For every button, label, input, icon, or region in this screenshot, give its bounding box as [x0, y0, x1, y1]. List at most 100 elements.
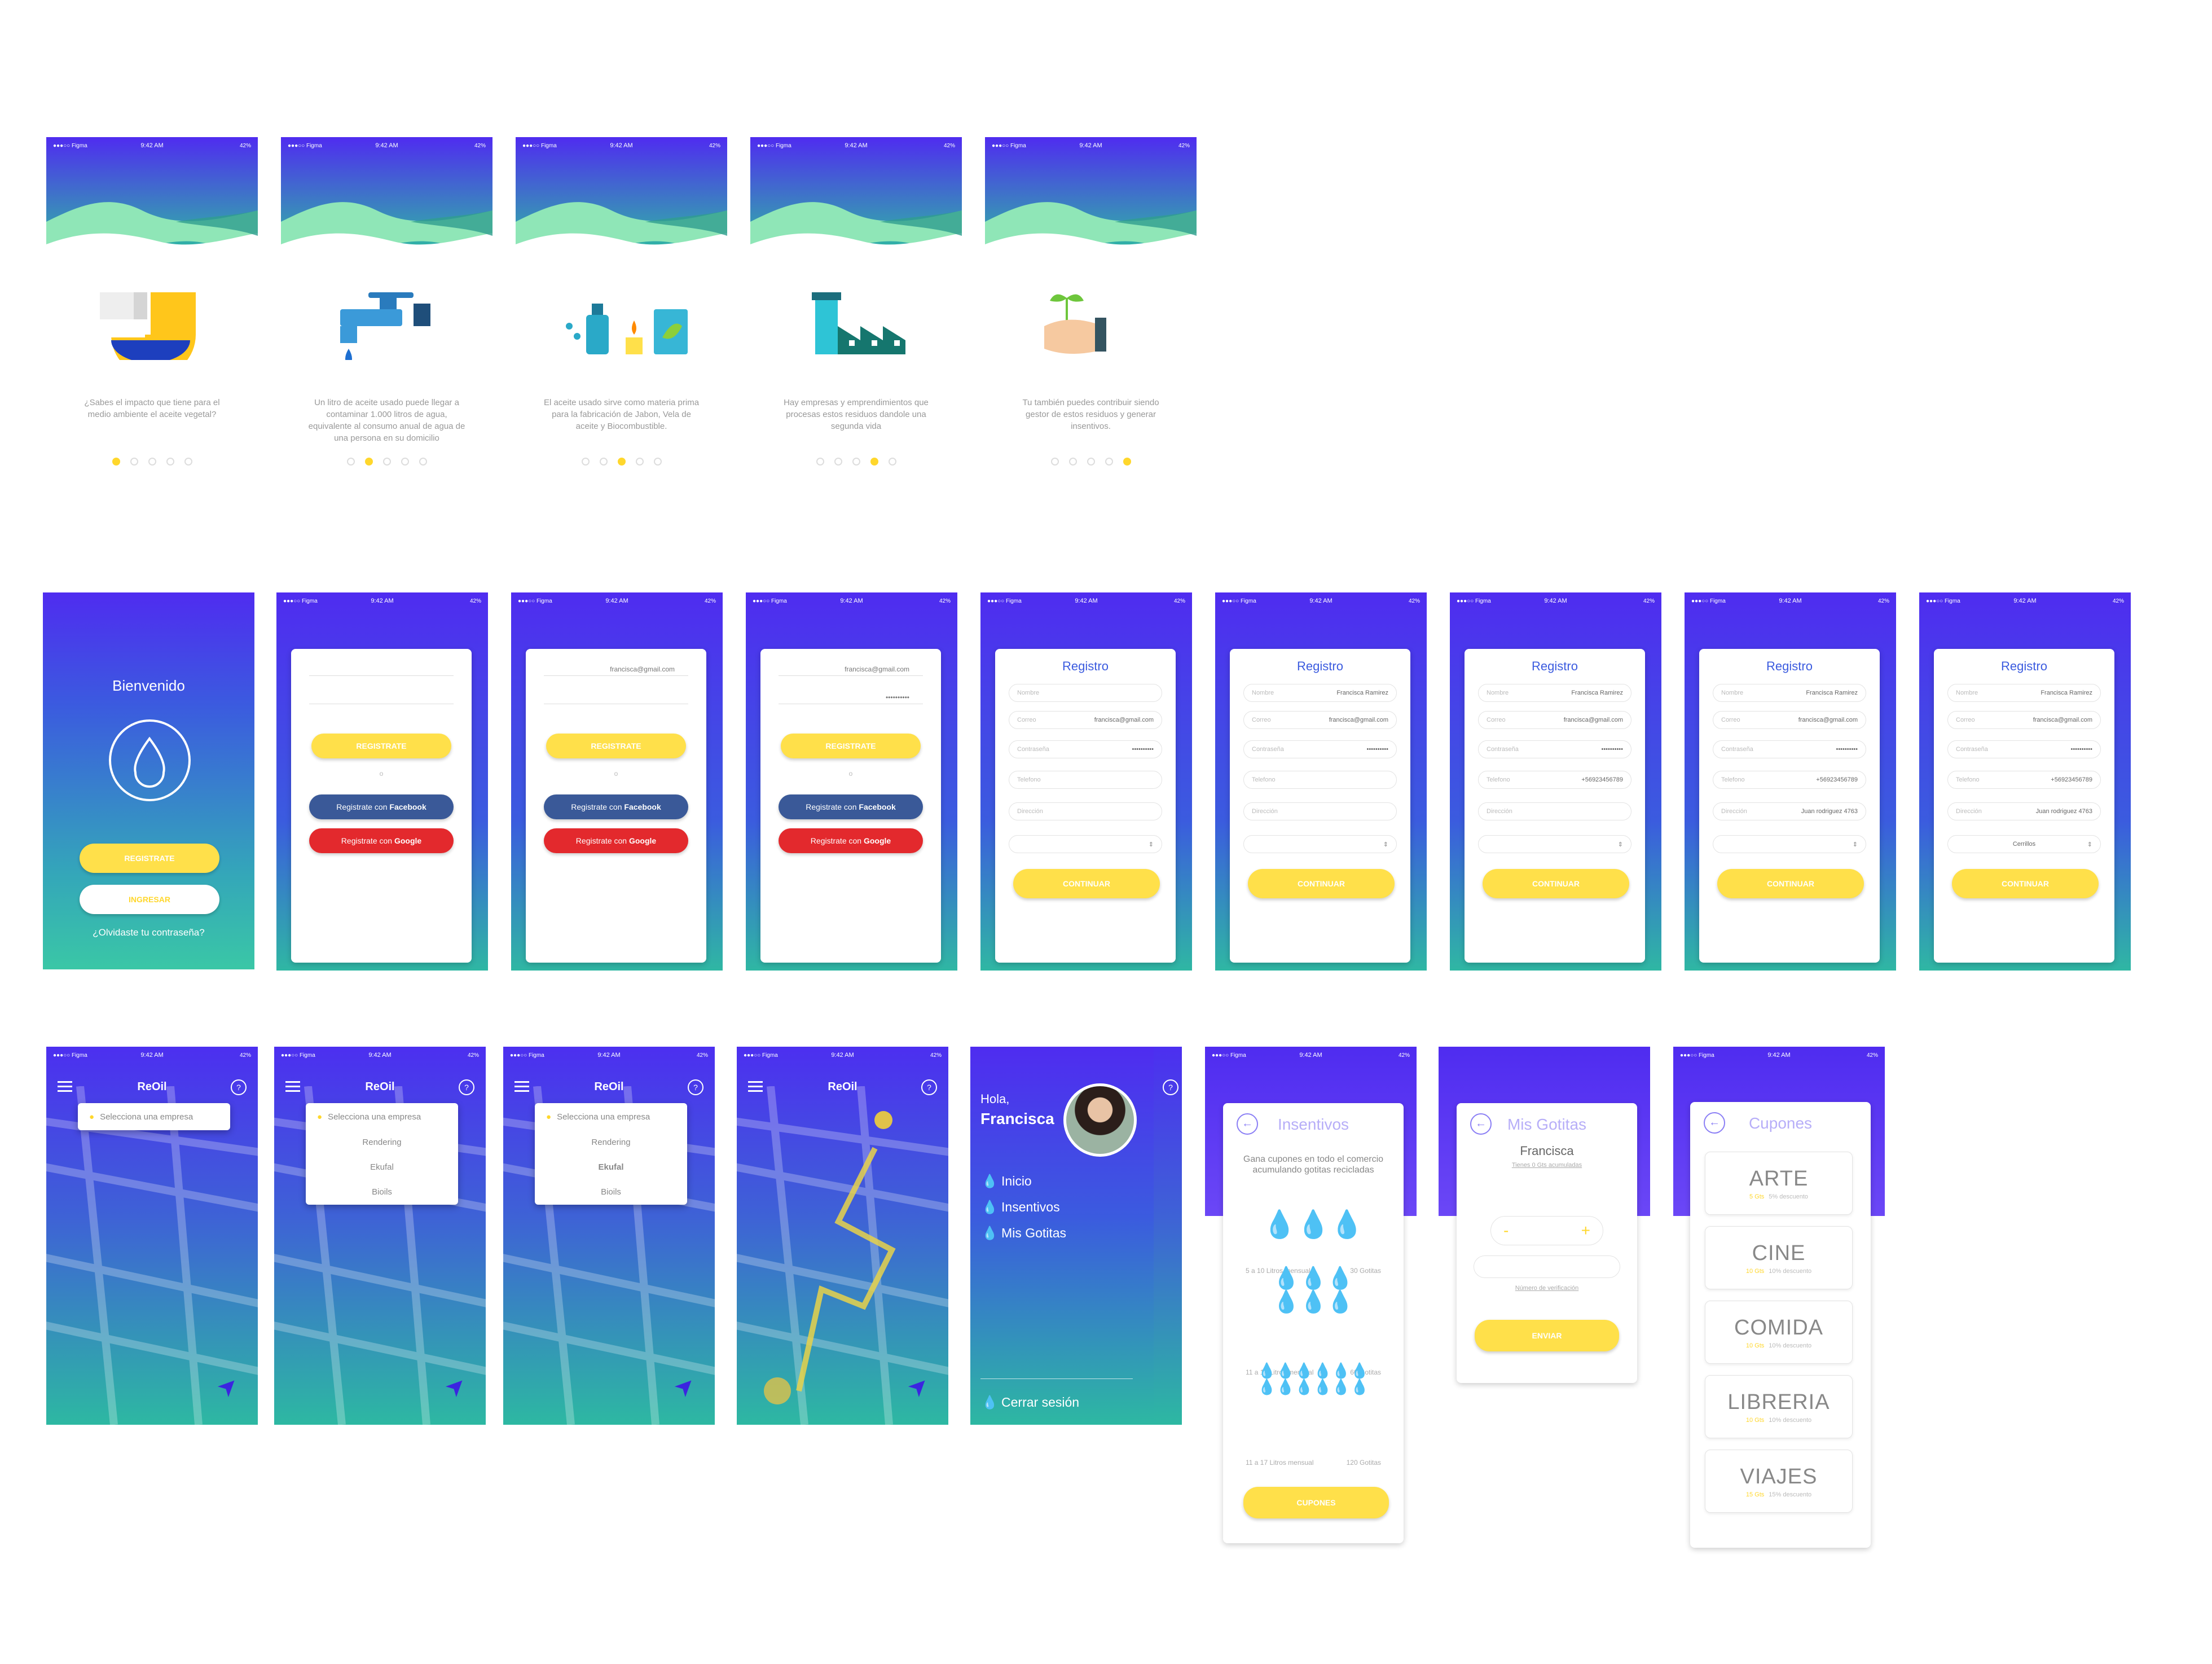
comuna-select[interactable]: ⇕: [1243, 835, 1397, 853]
dropdown-option[interactable]: Ekufal: [306, 1155, 458, 1180]
help-icon[interactable]: ?: [688, 1079, 703, 1095]
registro-field-4[interactable]: Dirección: [1009, 802, 1162, 820]
registro-field-4[interactable]: Dirección: [1243, 802, 1397, 820]
registro-field-0[interactable]: Nombre: [1009, 684, 1162, 702]
registro-field-1[interactable]: Correo francisca@gmail.com: [1478, 711, 1631, 729]
password-field[interactable]: ••••••••••: [779, 690, 923, 704]
page-indicator[interactable]: [750, 458, 962, 466]
password-field[interactable]: [309, 690, 454, 704]
logout-button[interactable]: 💧 Cerrar sesión: [982, 1395, 1079, 1410]
continue-button[interactable]: CONTINUAR: [1717, 869, 1864, 898]
continue-button[interactable]: CONTINUAR: [1013, 869, 1160, 898]
coupon-viajes[interactable]: VIAJES 15 Gts 15% descuento: [1705, 1450, 1853, 1513]
page-dot[interactable]: [1068, 458, 1077, 466]
page-dot[interactable]: [184, 458, 192, 466]
page-indicator[interactable]: [516, 458, 727, 466]
help-icon[interactable]: ?: [1163, 1079, 1178, 1095]
email-field[interactable]: francisca@gmail.com: [779, 661, 923, 676]
registro-field-3[interactable]: Telefono +56923456789: [1947, 771, 2101, 789]
registro-field-2[interactable]: Contraseña ••••••••••: [1478, 740, 1631, 758]
dropdown-option[interactable]: Bioils: [535, 1180, 687, 1205]
registro-field-4[interactable]: Dirección Juan rodriguez 4763: [1713, 802, 1866, 820]
page-dot[interactable]: [599, 458, 608, 466]
page-dot[interactable]: [1105, 458, 1113, 466]
page-dot[interactable]: [130, 458, 138, 466]
coupon-arte[interactable]: ARTE 5 Gts 5% descuento: [1705, 1152, 1853, 1215]
email-field[interactable]: francisca@gmail.com: [544, 661, 688, 676]
page-dot[interactable]: [1087, 458, 1095, 466]
registro-field-3[interactable]: Telefono +56923456789: [1713, 771, 1866, 789]
registro-field-2[interactable]: Contraseña ••••••••••: [1243, 740, 1397, 758]
register-button[interactable]: REGISTRATE: [546, 734, 686, 758]
page-dot[interactable]: [852, 458, 860, 466]
help-icon[interactable]: ?: [231, 1079, 247, 1095]
register-button[interactable]: REGISTRATE: [311, 734, 451, 758]
dropdown-option[interactable]: Rendering: [535, 1130, 687, 1155]
registro-field-0[interactable]: Nombre Francisca Ramirez: [1478, 684, 1631, 702]
dropdown-header[interactable]: ● Selecciona una empresa: [306, 1103, 458, 1130]
page-dot[interactable]: [148, 458, 156, 466]
register-button[interactable]: REGISTRATE: [80, 844, 219, 873]
page-dot[interactable]: [1123, 458, 1131, 466]
company-dropdown[interactable]: ● Selecciona una empresa: [78, 1103, 230, 1130]
page-dot[interactable]: [166, 458, 174, 466]
registro-field-1[interactable]: Correo francisca@gmail.com: [1947, 711, 2101, 729]
google-button[interactable]: Registrate con Google: [309, 828, 454, 853]
password-field[interactable]: [544, 690, 688, 704]
page-dot[interactable]: [653, 458, 662, 466]
comuna-select[interactable]: Cerrillos ⇕: [1947, 835, 2101, 853]
registro-field-1[interactable]: Correo francisca@gmail.com: [1009, 711, 1162, 729]
page-dot[interactable]: [888, 458, 896, 466]
company-dropdown[interactable]: ● Selecciona una empresa Rendering Ekufal Bi…: [306, 1103, 458, 1205]
facebook-button[interactable]: Registrate con Facebook: [779, 794, 923, 819]
registro-field-0[interactable]: Nombre Francisca Ramirez: [1243, 684, 1397, 702]
registro-field-3[interactable]: Telefono +56923456789: [1478, 771, 1631, 789]
page-indicator[interactable]: [46, 458, 258, 466]
page-dot[interactable]: [581, 458, 590, 466]
continue-button[interactable]: CONTINUAR: [1248, 869, 1395, 898]
email-field[interactable]: [309, 661, 454, 676]
page-indicator[interactable]: [281, 458, 492, 466]
company-dropdown[interactable]: ● Selecciona una empresa Rendering Ekufal Bi…: [535, 1103, 687, 1205]
page-dot[interactable]: [1050, 458, 1059, 466]
registro-field-0[interactable]: Nombre Francisca Ramirez: [1947, 684, 2101, 702]
page-dot[interactable]: [419, 458, 427, 466]
page-dot[interactable]: [346, 458, 355, 466]
plus-button[interactable]: +: [1581, 1222, 1590, 1240]
registro-field-2[interactable]: Contraseña ••••••••••: [1713, 740, 1866, 758]
registro-field-4[interactable]: Dirección: [1478, 802, 1631, 820]
page-dot[interactable]: [382, 458, 391, 466]
minus-button[interactable]: -: [1503, 1222, 1509, 1240]
comuna-select[interactable]: ⇕: [1009, 835, 1162, 853]
continue-button[interactable]: CONTINUAR: [1952, 869, 2099, 898]
google-button[interactable]: Registrate con Google: [544, 828, 688, 853]
registro-field-3[interactable]: Telefono: [1243, 771, 1397, 789]
dropdown-option[interactable]: Bioils: [306, 1180, 458, 1205]
comuna-select[interactable]: ⇕: [1478, 835, 1631, 853]
google-button[interactable]: Registrate con Google: [779, 828, 923, 853]
coupon-cine[interactable]: CINE 10 Gts 10% descuento: [1705, 1226, 1853, 1289]
page-dot[interactable]: [617, 458, 626, 466]
menu-item-mis-gotitas[interactable]: 💧 Mis Gotitas: [982, 1226, 1066, 1241]
page-dot[interactable]: [816, 458, 824, 466]
page-indicator[interactable]: [985, 458, 1197, 466]
register-button[interactable]: REGISTRATE: [781, 734, 921, 758]
continue-button[interactable]: CONTINUAR: [1483, 869, 1629, 898]
facebook-button[interactable]: Registrate con Facebook: [544, 794, 688, 819]
verification-input[interactable]: [1474, 1255, 1620, 1278]
facebook-button[interactable]: Registrate con Facebook: [309, 794, 454, 819]
coupon-comida[interactable]: COMIDA 10 Gts 10% descuento: [1705, 1301, 1853, 1364]
page-dot[interactable]: [834, 458, 842, 466]
avatar[interactable]: [1063, 1083, 1137, 1157]
menu-item-inicio[interactable]: 💧 Inicio: [982, 1174, 1032, 1189]
registro-field-3[interactable]: Telefono: [1009, 771, 1162, 789]
login-button[interactable]: INGRESAR: [80, 885, 219, 914]
registro-field-2[interactable]: Contraseña ••••••••••: [1009, 740, 1162, 758]
quantity-stepper[interactable]: - +: [1490, 1216, 1603, 1245]
send-button[interactable]: ENVIAR: [1475, 1320, 1619, 1351]
registro-field-0[interactable]: Nombre Francisca Ramirez: [1713, 684, 1866, 702]
dropdown-option[interactable]: Rendering: [306, 1130, 458, 1155]
page-dot[interactable]: [870, 458, 878, 466]
page-dot[interactable]: [112, 458, 120, 466]
page-dot[interactable]: [401, 458, 409, 466]
